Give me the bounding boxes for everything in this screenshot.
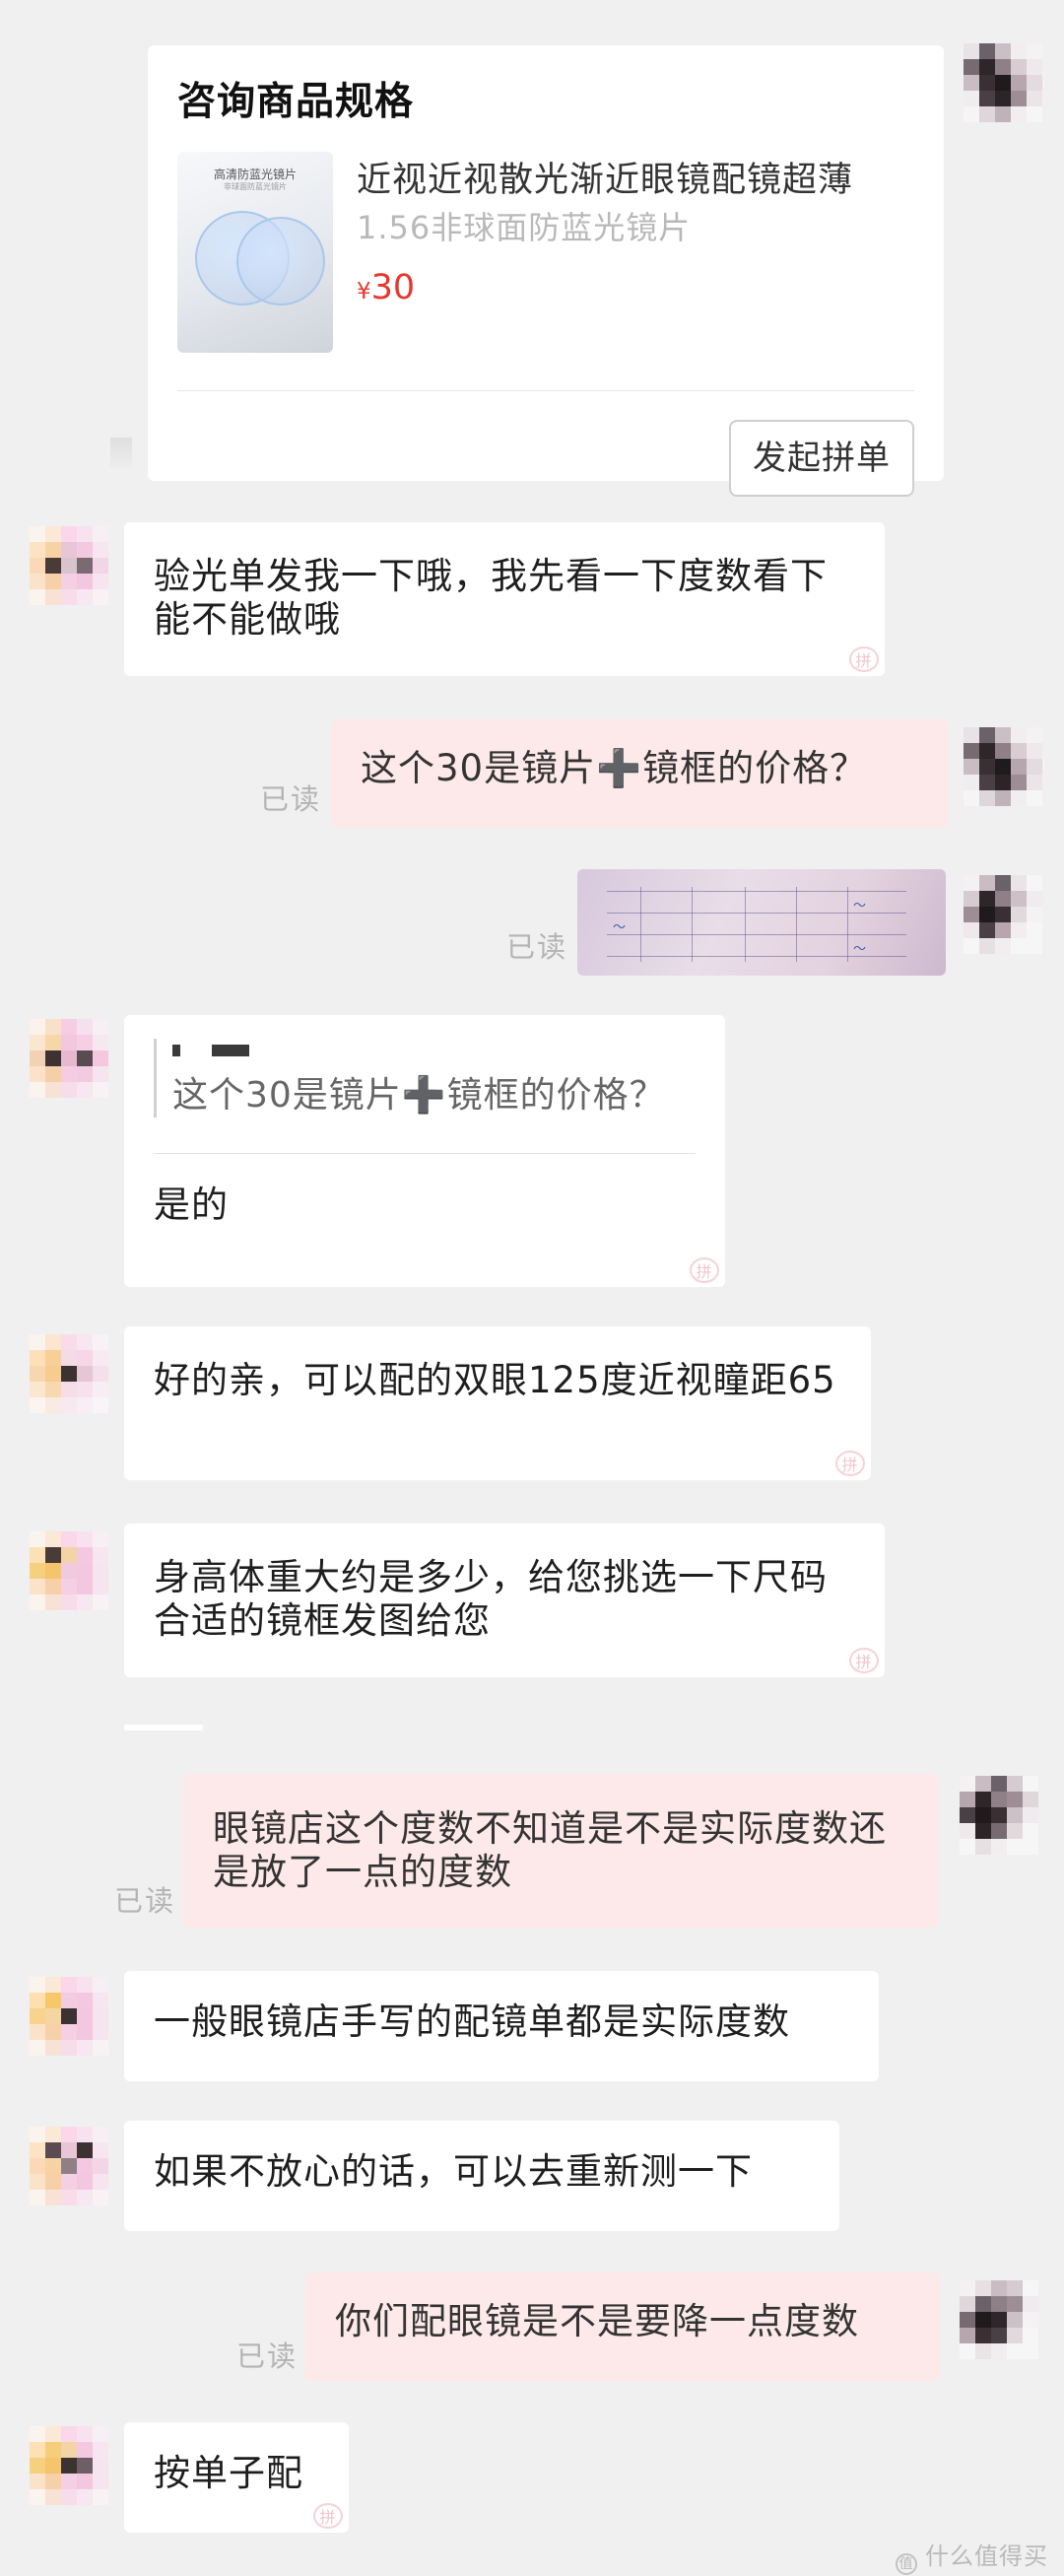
message-text: 眼镜店这个度数不知道是不是实际度数还是放了一点的度数 [213, 1807, 887, 1893]
user-avatar[interactable] [964, 875, 1042, 954]
message-text: 如果不放心的话，可以去重新测一下 [154, 2150, 753, 2193]
message-bubble-incoming[interactable]: 好的亲，可以配的双眼125度近视瞳距65 拼 [124, 1326, 871, 1480]
photo-grid-line [692, 887, 693, 962]
lens-graphic [236, 217, 325, 305]
pin-badge-icon: 拼 [313, 2503, 343, 2529]
handwriting-mark: ～ [853, 942, 867, 957]
start-group-buy-button[interactable]: 发起拼单 [729, 420, 914, 497]
message-bubble-outgoing[interactable]: 眼镜店这个度数不知道是不是实际度数还是放了一点的度数 [183, 1774, 938, 1928]
message-bubble-incoming[interactable]: 按单子配 拼 [124, 2422, 349, 2533]
message-text: 好的亲，可以配的双眼125度近视瞳距65 [154, 1359, 836, 1401]
seller-avatar[interactable] [30, 1531, 108, 1610]
message-bubble-incoming[interactable]: 如果不放心的话，可以去重新测一下 [124, 2121, 839, 2231]
seller-avatar[interactable] [30, 2426, 108, 2505]
product-image-sublabel: 非球面防蓝光镜片 [224, 182, 287, 191]
seller-avatar[interactable] [30, 1977, 108, 2056]
seller-avatar[interactable] [30, 1019, 108, 1098]
seller-avatar[interactable] [30, 1334, 108, 1413]
message-text: 验光单发我一下哦，我先看一下度数看下能不能做哦 [154, 555, 828, 641]
watermark-icon: 值 [896, 2553, 917, 2575]
partial-message-bubble [124, 1725, 203, 1730]
handwriting-mark: ～ [613, 920, 627, 935]
pin-badge-icon: 拼 [690, 1257, 719, 1283]
read-status-label: 已读 [114, 1884, 176, 1918]
message-bubble-outgoing[interactable]: 这个30是镜片➕镜框的价格？ [331, 719, 948, 828]
message-status-icon [110, 438, 132, 469]
message-text: 你们配眼镜是不是要降一点度数 [335, 2300, 859, 2342]
price-value: 30 [370, 268, 416, 307]
message-bubble-incoming[interactable]: 这个30是镜片➕镜框的价格？ 是的 拼 [124, 1015, 725, 1287]
product-name[interactable]: 近视近视散光渐近眼镜配镜超薄 [357, 152, 853, 202]
site-watermark: 值什么值得买 [896, 2537, 1048, 2575]
user-avatar[interactable] [964, 43, 1042, 122]
message-bubble-outgoing[interactable]: 你们配眼镜是不是要降一点度数 [305, 2272, 940, 2381]
photo-grid-line [796, 887, 797, 962]
message-bubble-incoming[interactable]: 身高体重大约是多少，给您挑选一下尺码合适的镜框发图给您 拼 [124, 1524, 885, 1677]
photo-grid-line [745, 887, 746, 962]
read-status-label: 已读 [236, 2339, 299, 2373]
read-status-label: 已读 [506, 930, 568, 964]
message-text: 身高体重大约是多少，给您挑选一下尺码合适的镜框发图给您 [154, 1556, 828, 1642]
message-bubble-incoming[interactable]: 一般眼镜店手写的配镜单都是实际度数 [124, 1971, 879, 2081]
user-avatar[interactable] [960, 1776, 1038, 1855]
photo-grid-line [607, 891, 906, 892]
card-divider [177, 390, 914, 391]
quoted-sender-redacted [172, 1039, 255, 1064]
message-text: 是的 [154, 1184, 229, 1226]
product-card[interactable]: 咨询商品规格 高清防蓝光镜片 非球面防蓝光镜片 近视近视散光渐近眼镜配镜超薄 1… [148, 45, 944, 497]
quote-separator [154, 1153, 696, 1154]
user-avatar[interactable] [964, 727, 1042, 806]
prescription-photo[interactable]: ～ ～ ～ [577, 869, 946, 976]
pin-badge-icon: 拼 [835, 1451, 865, 1476]
message-text: 一般眼镜店手写的配镜单都是实际度数 [154, 2000, 790, 2043]
product-image-label: 高清防蓝光镜片 [213, 168, 297, 181]
message-text: 按单子配 [154, 2452, 303, 2494]
photo-grid-line [640, 887, 641, 962]
user-avatar[interactable] [960, 2280, 1038, 2359]
seller-avatar[interactable] [30, 526, 108, 605]
quoted-message[interactable]: 这个30是镜片➕镜框的价格？ [154, 1039, 696, 1118]
message-text: 这个30是镜片➕镜框的价格？ [361, 747, 868, 789]
card-title: 咨询商品规格 [177, 80, 415, 124]
quoted-text: 这个30是镜片➕镜框的价格？ [172, 1075, 666, 1116]
handwriting-mark: ～ [853, 899, 867, 914]
pin-badge-icon: 拼 [849, 646, 879, 672]
product-image[interactable]: 高清防蓝光镜片 非球面防蓝光镜片 [177, 152, 333, 353]
watermark-text: 什么值得买 [925, 2542, 1048, 2570]
seller-avatar[interactable] [30, 2127, 108, 2205]
photo-grid-line [607, 934, 906, 935]
product-spec: 1.56非球面防蓝光镜片 [357, 209, 692, 246]
photo-grid-line [847, 887, 848, 962]
product-price: ¥30 [357, 268, 415, 307]
read-status-label: 已读 [260, 782, 322, 816]
message-bubble-incoming[interactable]: 验光单发我一下哦，我先看一下度数看下能不能做哦 拼 [124, 522, 885, 676]
currency-symbol: ¥ [357, 279, 371, 305]
pin-badge-icon: 拼 [849, 1648, 879, 1673]
